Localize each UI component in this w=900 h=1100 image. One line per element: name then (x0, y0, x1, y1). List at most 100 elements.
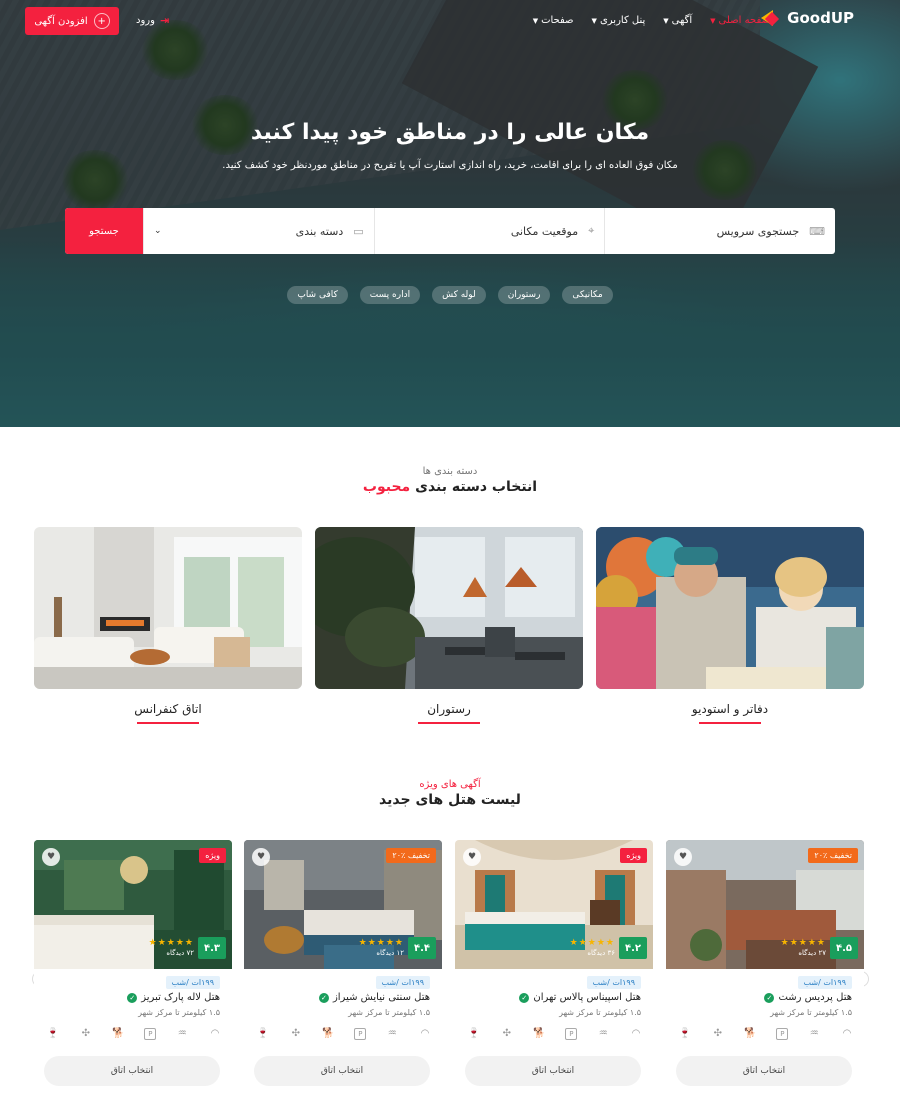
tag-chip[interactable]: کافی شاپ (287, 286, 348, 304)
menu-item-dashboard[interactable]: پنل کاربری ▼ (592, 15, 646, 26)
service-placeholder: جستجوی سرویس (716, 224, 800, 238)
hotel-distance: ۱.۵ کیلومتر تا مرکز شهر (138, 1008, 220, 1017)
price-tag: ۱۹۹ات /شب (797, 976, 852, 989)
hotel-card[interactable]: ♥ ویژه ۴.۳ ★★★★★ ۷۲ دیدگاه ۱۹۹ات /شب هتل… (34, 840, 232, 1100)
hotel-name[interactable]: هتل اسپیناس پالاس تهران ✓ (519, 992, 641, 1003)
pool-icon: ♒ (809, 1028, 819, 1039)
categories-title-accent: محبوب (362, 479, 411, 495)
wine-glass-icon: 🍷 (467, 1028, 481, 1039)
categories-kicker: دسته بندی ها (422, 466, 478, 477)
select-room-button[interactable]: انتخاب اتاق (676, 1056, 852, 1086)
star-rating-icon: ★★★★★ (569, 938, 615, 948)
select-room-button[interactable]: انتخاب اتاق (465, 1056, 641, 1086)
hotel-name-text: هتل سنتی نیایش شیراز (332, 992, 430, 1003)
hotel-name[interactable]: هتل پردیس رشت ✓ (764, 992, 852, 1003)
review-count: ۱۲ دیدگاه (376, 949, 404, 957)
menu-item-pages[interactable]: صفحات ▼ (533, 15, 574, 26)
star-rating-icon: ★★★★★ (148, 938, 194, 948)
menu-item-label: پنل کاربری (599, 15, 646, 26)
pool-icon: ♒ (177, 1028, 187, 1039)
add-listing-button[interactable]: افزودن آگهی + (25, 7, 119, 35)
category-underline (418, 722, 480, 724)
tag-chip[interactable]: اداره پست (359, 286, 421, 304)
heart-icon[interactable]: ♥ (42, 848, 60, 866)
verified-check-icon: ✓ (519, 992, 530, 1003)
category-underline (699, 722, 761, 724)
chevron-down-icon: ▼ (663, 16, 669, 25)
parking-icon: P (354, 1028, 367, 1040)
keyboard-icon: ⌨ (809, 224, 826, 238)
category-placeholder: دسته بندی (295, 224, 344, 238)
parking-icon: P (144, 1028, 157, 1040)
restaurant-image (315, 527, 583, 689)
verified-check-icon: ✓ (764, 992, 775, 1003)
logo-text: GoodUP (787, 9, 854, 27)
category-card-restaurant[interactable] (315, 527, 583, 689)
category-select[interactable]: ⌄ دسته بندی ▭ (143, 208, 374, 254)
wine-glass-icon: 🍷 (256, 1028, 270, 1039)
wine-glass-icon: 🍷 (678, 1028, 692, 1039)
category-label-restaurant[interactable]: رستوران (315, 702, 583, 716)
pet-icon: 🐕 (744, 1028, 757, 1039)
hotel-card[interactable]: ♥ ویژه ۴.۲ ★★★★★ ۳۶ دیدگاه ۱۹۹ات /شب هتل… (455, 840, 653, 1100)
hotel-card[interactable]: ♥ ۲۰٪ تخفیف ۴.۴ ★★★★★ ۱۲ دیدگاه ۱۹۹ات /ش… (244, 840, 442, 1100)
review-count: ۷۲ دیدگاه (166, 949, 194, 957)
verified-check-icon: ✓ (318, 992, 329, 1003)
login-link[interactable]: ورود ⇥ (136, 14, 169, 27)
hotels-title: لیست هتل های جدید (379, 792, 521, 808)
hotel-name-text: هتل اسپیناس پالاس تهران (533, 992, 641, 1003)
pet-icon: 🐕 (322, 1028, 335, 1039)
hotel-distance: ۱.۵ کیلومتر تا مرکز شهر (559, 1008, 641, 1017)
site-logo[interactable]: GoodUP (761, 8, 854, 28)
verified-check-icon: ✓ (127, 992, 138, 1003)
category-underline (137, 722, 199, 724)
wifi-icon: ◠ (420, 1028, 430, 1039)
search-button[interactable]: جستجو (65, 208, 143, 254)
pool-icon: ♒ (598, 1028, 608, 1039)
category-card-conference[interactable] (34, 527, 302, 689)
category-label-conference[interactable]: اتاق کنفرانس (34, 702, 302, 716)
logo-mark-icon (761, 8, 781, 28)
hotel-card[interactable]: ♥ ۲۰٪ تخفیف ۴.۵ ★★★★★ ۲۷ دیدگاه ۱۹۹ات /ش… (666, 840, 864, 1100)
review-count: ۲۷ دیدگاه (798, 949, 826, 957)
discount-badge: ۲۰٪ تخفیف (808, 848, 858, 863)
fan-icon: ✣ (291, 1028, 300, 1039)
price-tag: ۱۹۹ات /شب (586, 976, 641, 989)
location-input[interactable]: موقعیت مکانی ⌖ (373, 208, 605, 254)
price-tag: ۱۹۹ات /شب (165, 976, 220, 989)
heart-icon[interactable]: ♥ (463, 848, 481, 866)
hotel-name-text: هتل پردیس رشت (778, 992, 852, 1003)
select-room-button[interactable]: انتخاب اتاق (254, 1056, 430, 1086)
tag-chip[interactable]: رستوران (497, 286, 551, 304)
wifi-icon: ◠ (210, 1028, 220, 1039)
location-pin-icon: ⌖ (588, 224, 595, 237)
rating-badge: ۴.۳ (198, 937, 226, 959)
hotels-kicker: آگهی های ویژه (419, 779, 481, 790)
pet-icon: 🐕 (112, 1028, 125, 1039)
review-count: ۳۶ دیدگاه (587, 949, 615, 957)
heart-icon[interactable]: ♥ (252, 848, 270, 866)
service-search-input[interactable]: جستجوی سرویس ⌨ (604, 208, 835, 254)
select-room-button[interactable]: انتخاب اتاق (44, 1056, 220, 1086)
rating-badge: ۴.۴ (408, 937, 436, 959)
hotel-name[interactable]: هتل سنتی نیایش شیراز ✓ (318, 992, 430, 1003)
fan-icon: ✣ (713, 1028, 722, 1039)
tag-chip[interactable]: مکانیکی (562, 286, 613, 304)
category-card-offices[interactable] (596, 527, 864, 689)
category-label-offices[interactable]: دفاتر و استودیو (596, 702, 864, 716)
tag-chip[interactable]: لوله کش (432, 286, 486, 304)
hotel-name[interactable]: هتل لاله پارک تبریز ✓ (127, 992, 220, 1003)
wifi-icon: ◠ (842, 1028, 852, 1039)
star-rating-icon: ★★★★★ (780, 938, 826, 948)
star-rating-icon: ★★★★★ (358, 938, 404, 948)
menu-item-listings[interactable]: آگهی ▼ (663, 15, 692, 26)
heart-icon[interactable]: ♥ (674, 848, 692, 866)
login-arrow-icon: ⇥ (159, 14, 170, 27)
categories-title-main: انتخاب دسته بندی (415, 479, 538, 495)
offices-image (596, 527, 864, 689)
featured-badge: ویژه (620, 848, 647, 863)
hotel-distance: ۱.۵ کیلومتر تا مرکز شهر (348, 1008, 430, 1017)
rating-badge: ۴.۲ (619, 937, 647, 959)
login-label: ورود (136, 15, 155, 26)
plus-icon: + (93, 13, 110, 29)
